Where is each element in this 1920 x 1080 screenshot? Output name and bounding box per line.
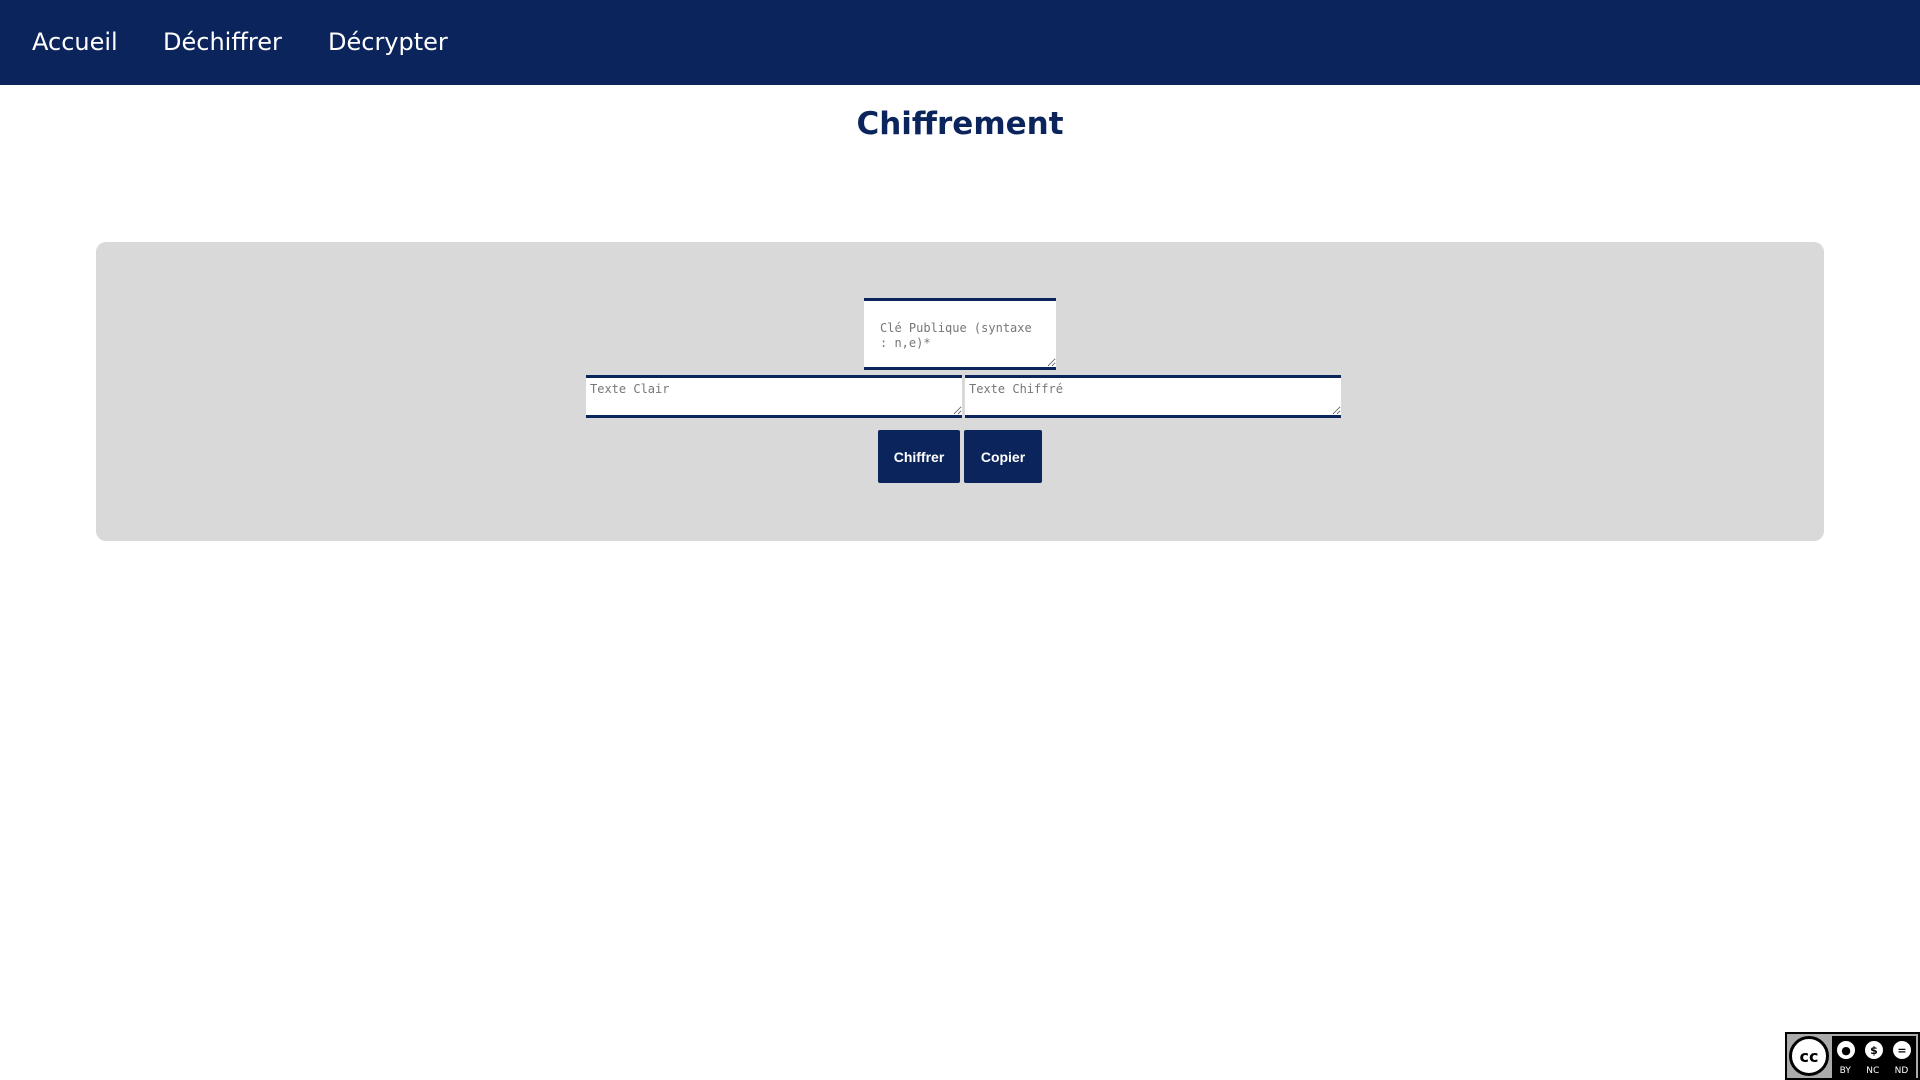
- noderivs-icon: =: [1891, 1039, 1913, 1061]
- cc-logo-text: cc: [1799, 1046, 1819, 1066]
- noncommercial-icon: $: [1863, 1039, 1885, 1061]
- nav-link-dechiffrer[interactable]: Déchiffrer: [163, 25, 282, 59]
- creative-commons-license-badge[interactable]: cc ● $ = BY NC ND: [1785, 1032, 1920, 1080]
- plaintext-field[interactable]: [586, 375, 962, 418]
- public-key-field[interactable]: [864, 298, 1056, 370]
- encrypt-button[interactable]: Chiffrer: [878, 430, 960, 483]
- nav-link-accueil[interactable]: Accueil: [32, 25, 118, 59]
- license-label-by: BY: [1839, 1066, 1851, 1076]
- nav-link-decrypter[interactable]: Décrypter: [328, 25, 448, 59]
- license-terms: ● $ = BY NC ND: [1832, 1036, 1916, 1078]
- creative-commons-icon: cc: [1789, 1036, 1829, 1076]
- license-label-nd: ND: [1894, 1066, 1909, 1076]
- top-navbar: Accueil Déchiffrer Décrypter: [0, 0, 1920, 85]
- attribution-icon: ●: [1835, 1039, 1857, 1061]
- copy-button[interactable]: Copier: [964, 430, 1042, 483]
- encryption-panel: Chiffrer Copier: [96, 242, 1824, 541]
- ciphertext-field[interactable]: [965, 375, 1341, 418]
- page-title: Chiffrement: [856, 106, 1064, 142]
- license-label-nc: NC: [1866, 1066, 1880, 1076]
